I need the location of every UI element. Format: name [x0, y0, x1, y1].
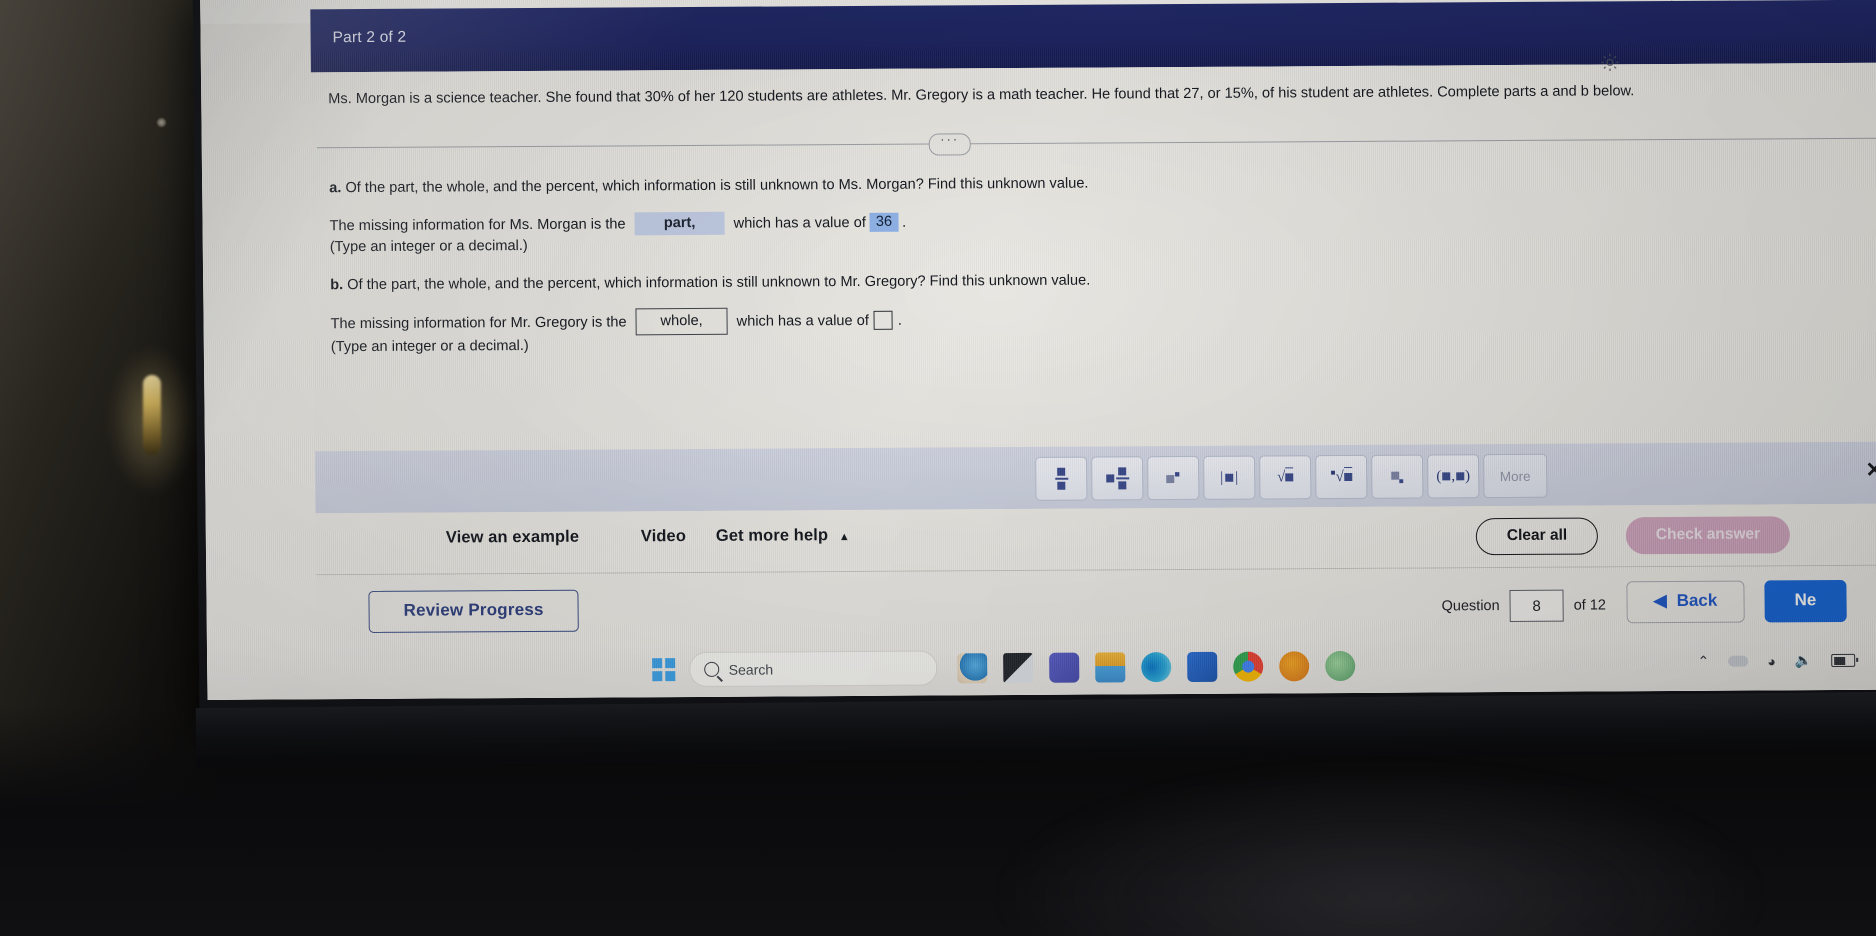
part-a-prompt-text: Of the part, the whole, and the percent,… — [345, 175, 1089, 197]
part-a-prompt: a. Of the part, the whole, and the perce… — [329, 171, 1876, 197]
screen-surface: ...MATH for School: Additional Practice … — [200, 0, 1876, 700]
question-counter-label: Question — [1441, 598, 1500, 615]
clear-all-button[interactable]: Clear all — [1475, 517, 1599, 556]
gear-icon[interactable] — [1599, 51, 1621, 73]
nth-root-button[interactable]: ■√ — [1315, 454, 1368, 500]
snipping-tool-icon[interactable] — [956, 652, 987, 683]
check-answer-button[interactable]: Check answer — [1625, 516, 1791, 555]
part-header-bar: Part 2 of 2 — [310, 0, 1876, 73]
question-total-label: of 12 — [1573, 597, 1606, 614]
lens-icon[interactable] — [1002, 652, 1033, 683]
help-row: View an example Video Get more help ▲ Cl… — [315, 503, 1876, 572]
back-arrow-icon: ◀ — [1653, 591, 1667, 611]
google-chrome-icon[interactable] — [1232, 651, 1263, 682]
video-link[interactable]: Video — [641, 527, 686, 546]
ellipsis-button[interactable]: ··· — [928, 131, 971, 156]
question-stem: Ms. Morgan is a science teacher. She fou… — [328, 83, 1635, 108]
microsoft-edge-icon[interactable] — [1140, 651, 1171, 682]
search-placeholder: Search — [728, 661, 774, 678]
part-b-sentence-middle: which has a value of — [736, 312, 869, 330]
part-a-dropdown[interactable]: part, — [634, 211, 725, 236]
volume-icon[interactable]: 🔈 — [1795, 652, 1813, 669]
microsoft-store-icon[interactable] — [1186, 651, 1217, 682]
part-label: Part 2 of 2 — [332, 28, 407, 47]
part-b-sentence-before: The missing information for Mr. Gregory … — [330, 313, 627, 332]
exponent-button[interactable]: ■ — [1147, 455, 1200, 501]
search-icon — [703, 661, 719, 677]
mixed-number-button[interactable] — [1091, 456, 1144, 501]
part-a-answer-input[interactable]: 36 — [869, 212, 899, 232]
question-counter: Question 8 of 12 — [1441, 589, 1606, 623]
part-b-letter: b. — [330, 277, 344, 294]
square-root-button[interactable]: √ — [1259, 455, 1312, 500]
ordered-pair-button[interactable]: (,) — [1427, 454, 1480, 499]
file-explorer-icon[interactable] — [1094, 651, 1125, 683]
part-b-prompt-text: Of the part, the whole, and the percent,… — [347, 272, 1091, 294]
search-input[interactable]: Search — [688, 650, 937, 688]
cloud-icon[interactable] — [1728, 655, 1749, 667]
review-progress-button[interactable]: Review Progress — [368, 589, 579, 633]
back-label: Back — [1676, 590, 1718, 610]
subscript-button[interactable]: ■ — [1371, 454, 1424, 499]
lamp — [143, 375, 161, 455]
desk-light-pool — [1000, 766, 1760, 936]
absolute-value-button[interactable]: | | — [1203, 455, 1256, 500]
microsoft-teams-icon[interactable] — [1048, 652, 1079, 683]
part-b-sentence-after: . — [897, 312, 903, 329]
more-symbols-button[interactable]: More — [1483, 453, 1548, 499]
part-b-answer-input[interactable] — [873, 310, 893, 330]
get-more-help-link[interactable]: Get more help ▲ — [716, 526, 850, 546]
question-body: Ms. Morgan is a science teacher. She fou… — [310, 62, 1876, 453]
wall-highlight — [157, 118, 166, 127]
back-button[interactable]: ◀ Back — [1626, 580, 1745, 624]
part-a-sentence-middle: which has a value of — [733, 214, 866, 232]
part-a-letter: a. — [329, 180, 342, 197]
browser-viewport: ...MATH for School: Additional Practice … — [200, 0, 1876, 700]
orange-app-icon[interactable] — [1278, 650, 1309, 681]
tray-chevron-icon[interactable]: ⌃ — [1697, 653, 1709, 670]
question-nav-bar: Review Progress Question 8 of 12 ◀ Back … — [316, 565, 1876, 648]
windows-start-icon[interactable] — [652, 658, 675, 681]
part-a-sentence-after: . — [902, 214, 907, 231]
close-icon[interactable]: ✕ — [1865, 459, 1876, 482]
wifi-icon[interactable]: ◕ — [1767, 653, 1776, 669]
laptop-screen-photo: ...MATH for School: Additional Practice … — [0, 0, 1876, 936]
fraction-button[interactable] — [1035, 456, 1088, 501]
part-b-prompt: b. Of the part, the whole, and the perce… — [330, 268, 1876, 294]
math-palette-toolbar: ■ | | √ ■√ ■ (,) More ✕ — [314, 441, 1876, 514]
part-a-sentence-before: The missing information for Ms. Morgan i… — [329, 215, 626, 234]
horizontal-rule — [316, 137, 1876, 149]
chevron-up-icon: ▲ — [838, 531, 850, 544]
view-an-example-link[interactable]: View an example — [446, 528, 579, 548]
battery-icon[interactable] — [1831, 653, 1856, 668]
question-part-a: a. Of the part, the whole, and the perce… — [329, 171, 1876, 256]
question-number-input[interactable]: 8 — [1509, 589, 1564, 623]
green-app-icon[interactable] — [1324, 650, 1355, 681]
windows-taskbar: Search ⌃ ◕ 🔈 — [206, 637, 1876, 700]
next-button[interactable]: Ne — [1764, 579, 1847, 623]
part-b-dropdown[interactable]: whole, — [635, 307, 728, 336]
get-more-help-label: Get more help — [715, 526, 829, 545]
question-part-b: b. Of the part, the whole, and the perce… — [330, 268, 1876, 356]
